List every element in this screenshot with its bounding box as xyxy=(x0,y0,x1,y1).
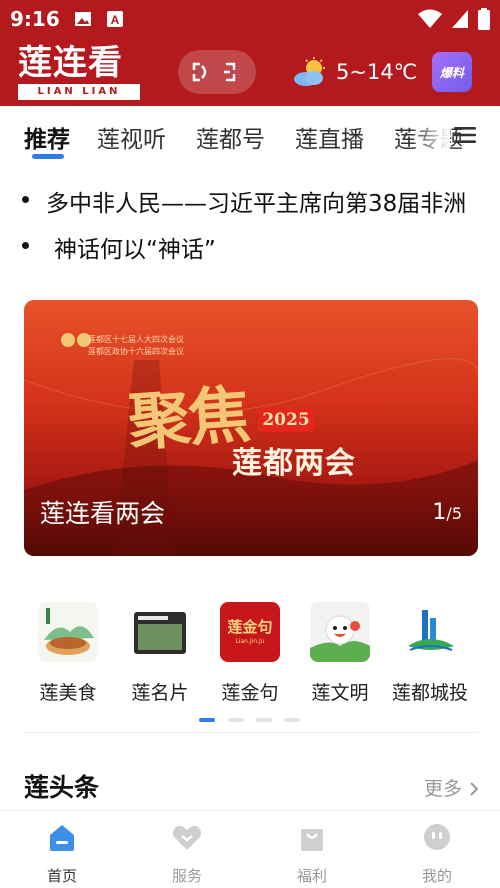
shortcut-label: 莲文明 xyxy=(311,682,369,704)
app-notification-icon: A xyxy=(107,11,123,27)
shortcut-pager-dot xyxy=(284,718,300,722)
shortcut-lian-du-chengtou[interactable]: 莲都城投 xyxy=(386,600,474,706)
scan-button[interactable] xyxy=(178,50,256,94)
shortcut-lian-mingpian[interactable]: 莲名片 xyxy=(116,600,204,706)
baoliao-label: 爆料 xyxy=(439,65,464,80)
nav-label: 我的 xyxy=(421,867,452,885)
nav-label: 首页 xyxy=(46,867,77,885)
svg-text:A: A xyxy=(111,13,120,27)
tab-recommend[interactable]: 推荐 xyxy=(24,120,70,154)
shortcut-pager-dot xyxy=(228,718,244,722)
quote-icon-text: 莲金句 xyxy=(227,618,273,636)
status-right xyxy=(418,8,490,30)
ticker-item[interactable]: 神话何以“神话” xyxy=(0,226,500,266)
nav-home[interactable]: 首页 xyxy=(22,819,102,887)
shortcut-label: 莲金句 xyxy=(221,682,279,704)
section-title: 莲头条 xyxy=(24,773,100,802)
food-icon xyxy=(38,602,98,662)
banner-caption: 莲连看两会 xyxy=(40,499,166,528)
logo-text: 莲连看 xyxy=(18,43,123,83)
ticker-item[interactable]: 多中非人民——习近平主席向第38届非洲 xyxy=(0,180,500,220)
shortcut-lian-jinju[interactable]: 莲金句 Lian.Jin.Ju 莲金句 xyxy=(206,600,294,706)
ticker-text: 神话何以“神话” xyxy=(54,237,216,263)
banner-carousel[interactable]: 莲都区十七届人大四次会议 莲都区政协十六届四次会议 聚焦 2025 莲都两会 莲… xyxy=(24,300,478,556)
gallery-notification-icon xyxy=(75,12,91,26)
weather-icon xyxy=(294,57,325,86)
banner-page-total: /5 xyxy=(446,504,462,523)
shortcut-lian-wenming[interactable]: 莲文明 xyxy=(296,600,384,706)
tab-lian-duhao[interactable]: 莲都号 xyxy=(196,120,265,154)
wifi-icon xyxy=(418,9,442,28)
card-icon xyxy=(130,602,190,662)
logo-subtext: LIAN LIAN KAN xyxy=(18,84,140,113)
more-link[interactable]: 更多 xyxy=(423,774,479,801)
nav-label: 福利 xyxy=(296,867,327,885)
scan-icon xyxy=(192,62,236,82)
bullet-dot xyxy=(22,242,29,249)
service-icon xyxy=(173,825,201,850)
banner-page-current: 1 xyxy=(432,500,447,525)
tab-fade xyxy=(410,106,450,164)
top-bar: 9:16 A 莲连看 LIAN LIAN KAN xyxy=(0,0,500,113)
city-invest-icon xyxy=(400,602,460,662)
channel-menu-icon[interactable] xyxy=(454,126,476,144)
nav-profile[interactable]: 我的 xyxy=(397,819,477,887)
baoliao-button[interactable]: 爆料 xyxy=(432,52,472,92)
nav-label: 服务 xyxy=(171,867,202,885)
status-time: 9:16 xyxy=(10,7,60,31)
status-bar: 9:16 A xyxy=(0,0,500,38)
shortcut-label: 莲都城投 xyxy=(391,682,468,704)
bottom-navigation: 首页 服务 福利 我的 xyxy=(0,810,500,888)
shortcut-lian-meishi[interactable]: 莲美食 xyxy=(24,600,112,706)
quote-icon: 莲金句 Lian.Jin.Ju xyxy=(220,602,280,662)
signal-icon xyxy=(452,10,468,28)
banner-page-indicator: 1/5 xyxy=(432,500,462,525)
more-label: 更多 xyxy=(423,778,462,800)
welfare-icon xyxy=(301,829,323,851)
weather-widget[interactable]: 5~14℃ xyxy=(292,54,417,90)
ticker-text: 多中非人民——习近平主席向第38届非洲 xyxy=(46,191,467,217)
battery-icon xyxy=(478,8,490,30)
banner-small-text-1: 莲都区十七届人大四次会议 xyxy=(88,335,184,344)
shortcut-pager-active xyxy=(199,718,215,722)
shortcut-pager-dot xyxy=(256,718,272,722)
shortcut-label: 莲名片 xyxy=(131,682,189,704)
chevron-right-icon xyxy=(470,782,479,796)
nav-welfare[interactable]: 福利 xyxy=(272,819,352,887)
profile-icon xyxy=(424,824,450,850)
tab-lian-live[interactable]: 莲直播 xyxy=(295,120,364,154)
divider xyxy=(24,732,478,733)
quote-icon-subtext: Lian.Jin.Ju xyxy=(235,638,265,645)
banner-small-text-2: 莲都区政协十六届四次会议 xyxy=(88,347,184,356)
app-header: 莲连看 LIAN LIAN KAN 5~14℃ xyxy=(0,38,500,113)
channel-tabs: 推荐 莲视听 莲都号 莲直播 莲专题 xyxy=(0,106,500,164)
civilization-icon xyxy=(310,602,370,662)
home-icon xyxy=(50,825,74,851)
app-logo[interactable]: 莲连看 LIAN LIAN KAN xyxy=(18,43,140,113)
banner-subtitle: 莲都两会 xyxy=(232,446,356,481)
banner-year: 2025 xyxy=(258,408,314,432)
tab-lian-shiting[interactable]: 莲视听 xyxy=(97,120,166,154)
bullet-dot xyxy=(22,196,29,203)
weather-temp: 5~14℃ xyxy=(336,60,418,84)
active-tab-indicator xyxy=(32,154,64,159)
nav-service[interactable]: 服务 xyxy=(147,819,227,887)
shortcut-label: 莲美食 xyxy=(39,682,97,704)
